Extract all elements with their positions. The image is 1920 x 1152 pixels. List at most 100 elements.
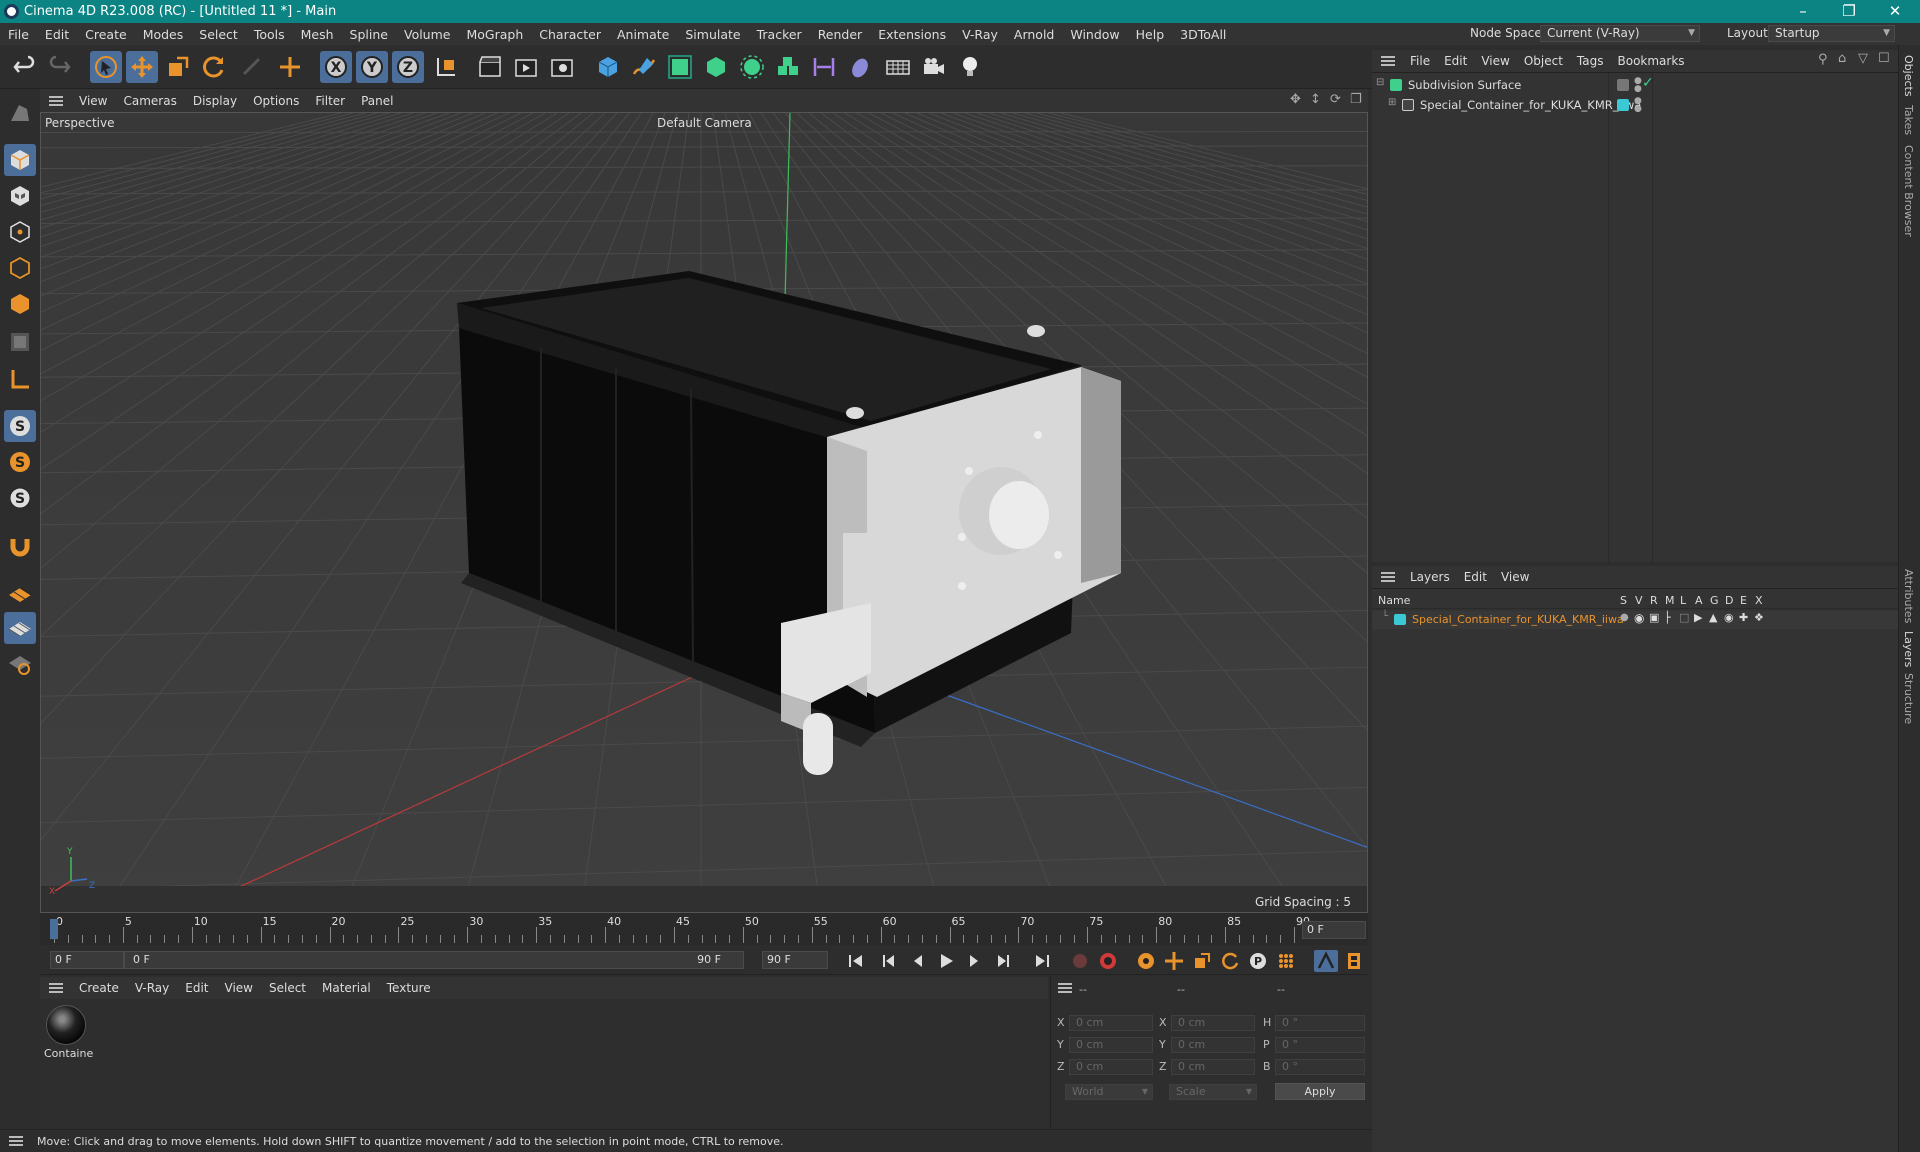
render-view-button[interactable] [474, 51, 506, 83]
uv-mode-button[interactable] [4, 326, 36, 358]
filter-icon[interactable]: ▽ [1858, 51, 1868, 66]
visibility-dots-icon[interactable]: ● ● [1634, 77, 1642, 94]
go-to-start-button[interactable] [844, 950, 868, 972]
viewport-menu-cameras[interactable]: Cameras [115, 94, 184, 108]
redo-button[interactable] [44, 51, 76, 83]
z-axis-lock-button[interactable]: Z [392, 51, 424, 83]
maximize-view-icon[interactable]: ❐ [1350, 92, 1362, 107]
object-menu-edit[interactable]: Edit [1437, 54, 1474, 68]
object-menu-bookmarks[interactable]: Bookmarks [1611, 54, 1692, 68]
tweak-mode-button[interactable] [4, 530, 36, 562]
material-menu-edit[interactable]: Edit [177, 981, 216, 995]
deformer-icon[interactable]: ◉ [1724, 611, 1734, 624]
material-menu-texture[interactable]: Texture [379, 981, 439, 995]
hamburger-menu-icon[interactable] [1381, 572, 1395, 582]
polygons-mode-button[interactable] [4, 288, 36, 320]
menu-window[interactable]: Window [1062, 27, 1127, 42]
layer-menu-view[interactable]: View [1494, 570, 1536, 584]
model-mode-button[interactable] [4, 96, 36, 128]
column-expressions[interactable]: E [1740, 594, 1747, 607]
rot-p-field[interactable]: 0 ° [1275, 1037, 1365, 1053]
hamburger-menu-icon[interactable] [9, 1136, 23, 1146]
render-settings-button[interactable] [546, 51, 578, 83]
object-menu-object[interactable]: Object [1517, 54, 1570, 68]
playhead[interactable] [50, 919, 58, 939]
recent-tool-button[interactable] [236, 51, 268, 83]
object-menu-view[interactable]: View [1474, 54, 1516, 68]
layer-assign-icon[interactable] [1617, 79, 1629, 91]
scale-tool-button[interactable] [162, 51, 194, 83]
key-position-button[interactable] [1162, 950, 1186, 972]
material-menu-view[interactable]: View [217, 981, 261, 995]
solo-dot-icon[interactable]: ● [1620, 612, 1629, 623]
enabled-check-icon[interactable]: ✓ [1642, 75, 1654, 91]
coordinate-space-dropdown[interactable]: World ▼ [1065, 1084, 1153, 1100]
camera-button[interactable] [918, 51, 950, 83]
size-mode-dropdown[interactable]: Scale ▼ [1169, 1084, 1257, 1100]
floor-button[interactable] [882, 51, 914, 83]
menu-character[interactable]: Character [531, 27, 609, 42]
light-button[interactable] [954, 51, 986, 83]
layer-menu-layers[interactable]: Layers [1403, 570, 1457, 584]
layer-row[interactable]: └ Special_Container_for_KUKA_KMR_iiwa ● … [1372, 611, 1898, 629]
environment-button[interactable] [844, 51, 876, 83]
tab-objects[interactable]: Objects [1902, 55, 1915, 97]
next-key-button[interactable] [990, 950, 1014, 972]
menu-tracker[interactable]: Tracker [749, 27, 810, 42]
eye-icon[interactable]: ◉ [1634, 611, 1644, 625]
locked-workplane-button[interactable] [4, 648, 36, 680]
menu-help[interactable]: Help [1128, 27, 1173, 42]
workplane-snap-button[interactable]: S [4, 482, 36, 514]
tab-content-browser[interactable]: Content Browser [1902, 145, 1915, 237]
menu-modes[interactable]: Modes [135, 27, 192, 42]
menu-tools[interactable]: Tools [246, 27, 293, 42]
visibility-dots-icon[interactable]: ● ● [1634, 97, 1642, 114]
restore-icon[interactable]: ❐ [1826, 0, 1872, 23]
size-x-field[interactable]: 0 cm [1171, 1015, 1255, 1031]
column-xrefs[interactable]: X [1755, 594, 1763, 607]
material-menu-select[interactable]: Select [261, 981, 314, 995]
camera-label[interactable]: Default Camera [657, 116, 752, 130]
tree-toggle-icon[interactable]: ⊞ [1388, 97, 1396, 108]
column-animation[interactable]: A [1695, 594, 1703, 607]
column-deformers[interactable]: D [1725, 594, 1733, 607]
move-view-icon[interactable]: ↕ [1310, 92, 1321, 107]
menu-mograph[interactable]: MoGraph [458, 27, 531, 42]
generator-icon[interactable]: ▲ [1709, 611, 1717, 624]
previous-frame-button[interactable] [906, 950, 930, 972]
perspective-viewport[interactable]: Perspective Default Camera Grid Spacing … [40, 112, 1368, 913]
live-selection-button[interactable] [90, 51, 122, 83]
apply-button[interactable]: Apply [1275, 1083, 1365, 1100]
hamburger-menu-icon[interactable] [1058, 983, 1072, 993]
size-y-field[interactable]: 0 cm [1171, 1037, 1255, 1053]
keyframe-selection-button[interactable] [1134, 950, 1158, 972]
points-mode-button[interactable] [4, 216, 36, 248]
pen-spline-button[interactable] [628, 51, 660, 83]
viewport-menu-panel[interactable]: Panel [353, 94, 401, 108]
tree-toggle-icon[interactable]: ⊟ [1376, 77, 1384, 88]
menu-3dtoall[interactable]: 3DToAll [1172, 27, 1234, 42]
scene-canvas[interactable] [41, 113, 1368, 913]
rotate-tool-button[interactable] [198, 51, 230, 83]
timeline-window-button[interactable] [1342, 950, 1366, 972]
tab-structure[interactable]: Structure [1902, 673, 1915, 724]
node-space-dropdown[interactable]: Current (V-Ray) ▼ [1540, 25, 1700, 42]
preview-range-slider[interactable]: 0 F 90 F [124, 951, 744, 969]
edges-mode-button[interactable] [4, 252, 36, 284]
menu-mesh[interactable]: Mesh [293, 27, 342, 42]
pos-z-field[interactable]: 0 cm [1069, 1059, 1153, 1075]
menu-select[interactable]: Select [191, 27, 246, 42]
menu-volume[interactable]: Volume [396, 27, 459, 42]
size-z-field[interactable]: 0 cm [1171, 1059, 1255, 1075]
material-swatch[interactable]: Containe [44, 1005, 93, 1060]
column-render[interactable]: R [1650, 594, 1658, 607]
tab-takes[interactable]: Takes [1902, 105, 1915, 135]
menu-animate[interactable]: Animate [609, 27, 677, 42]
expression-icon[interactable]: ✚ [1739, 611, 1748, 624]
move-tool-button[interactable] [126, 51, 158, 83]
key-parameter-button[interactable]: P [1246, 950, 1270, 972]
new-panel-icon[interactable]: ☐ [1878, 51, 1890, 66]
layer-color-icon[interactable] [1617, 99, 1629, 111]
menu-simulate[interactable]: Simulate [677, 27, 748, 42]
menu-edit[interactable]: Edit [37, 27, 77, 42]
